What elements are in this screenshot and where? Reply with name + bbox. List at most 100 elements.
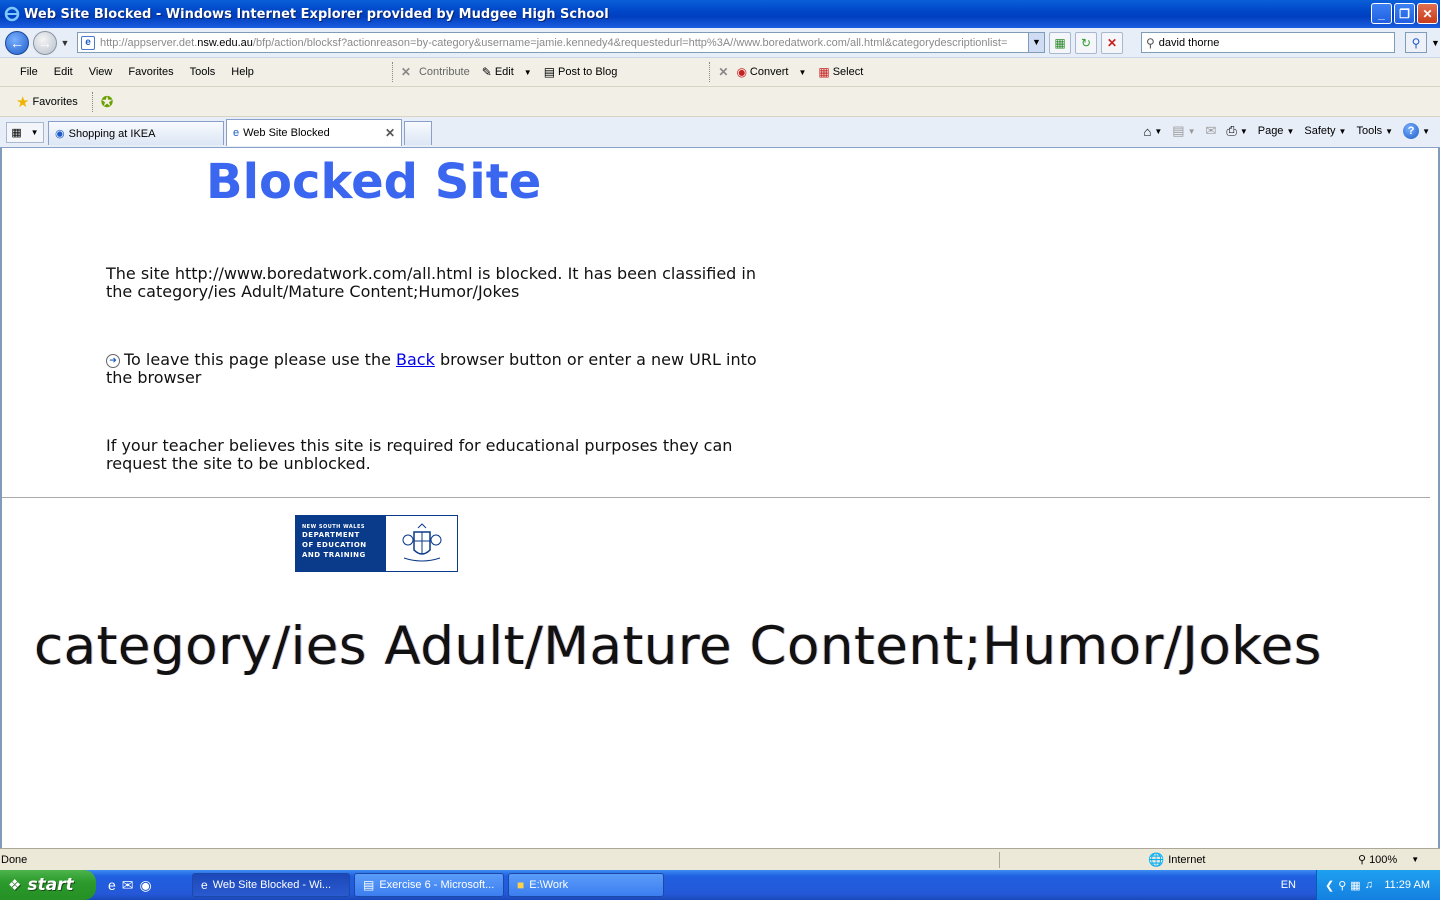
search-box[interactable]: ⚲ xyxy=(1141,32,1395,53)
select-button[interactable]: ▦ Select xyxy=(818,65,863,79)
forward-button[interactable]: → xyxy=(33,30,57,55)
compatibility-icon[interactable]: ▦ xyxy=(1049,31,1071,54)
convert-icon: ◉ xyxy=(736,65,747,79)
minimize-button[interactable]: _ xyxy=(1371,3,1392,24)
tab-web-site-blocked[interactable]: e Web Site Blocked ✕ xyxy=(226,119,402,146)
taskbar-item-ie[interactable]: e Web Site Blocked - Wi... xyxy=(192,873,350,897)
teacher-request-message: If your teacher believes this site is re… xyxy=(106,436,733,473)
menu-tools[interactable]: Tools xyxy=(182,66,224,78)
ie-icon: e xyxy=(201,878,208,892)
recent-pages-dropdown[interactable]: ▼ xyxy=(59,38,71,48)
menu-view[interactable]: View xyxy=(81,66,121,78)
help-menu[interactable]: ? ▼ xyxy=(1403,123,1430,139)
menu-bar: File Edit View Favorites Tools Help ✕ Co… xyxy=(0,58,1440,87)
quick-launch: e ✉ ◉ xyxy=(108,877,188,894)
convert-button[interactable]: ◉ Convert ▼ xyxy=(736,65,806,79)
favorites-star-icon: ★ xyxy=(16,93,30,111)
favorites-button[interactable]: Favorites xyxy=(32,96,77,108)
back-link[interactable]: Back xyxy=(396,350,435,369)
menu-edit[interactable]: Edit xyxy=(46,66,81,78)
status-text: Done xyxy=(1,853,28,866)
menu-help[interactable]: Help xyxy=(223,66,262,78)
window-controls: _ ❐ ✕ xyxy=(1371,3,1438,24)
tray-volume-icon[interactable]: ♫ xyxy=(1365,879,1373,891)
taskbar-item-folder[interactable]: ■ E:\Work xyxy=(508,873,664,897)
search-input[interactable] xyxy=(1158,36,1379,49)
add-favorite-icon[interactable]: ✪ xyxy=(101,93,114,111)
post-to-blog-button[interactable]: ▤ Post to Blog xyxy=(544,65,618,79)
clock[interactable]: 11:29 AM xyxy=(1384,879,1430,891)
contribute-button[interactable]: Contribute xyxy=(419,66,470,78)
toolbar-separator xyxy=(709,62,711,82)
email-quicklaunch-icon[interactable]: ✉ xyxy=(122,877,134,894)
close-toolbar-icon[interactable]: ✕ xyxy=(718,65,728,79)
folder-icon: ■ xyxy=(517,878,525,892)
tab-shopping-ikea[interactable]: ◉ Shopping at IKEA xyxy=(48,121,224,145)
search-go-button[interactable]: ⚲ xyxy=(1405,32,1427,53)
taskbar-item-word[interactable]: ▤ Exercise 6 - Microsoft... xyxy=(354,873,504,897)
tray-network-icon[interactable]: ▦ xyxy=(1350,879,1360,892)
page-title: Blocked Site xyxy=(206,154,542,210)
print-button[interactable]: ⎙ ▼ xyxy=(1226,123,1247,139)
start-button[interactable]: ❖ start xyxy=(0,870,96,900)
title-bar: Web Site Blocked - Windows Internet Expl… xyxy=(0,0,1440,28)
stop-button[interactable]: ✕ xyxy=(1101,31,1123,54)
globe-icon: 🌐 xyxy=(1148,851,1165,867)
media-player-quicklaunch-icon[interactable]: ◉ xyxy=(140,877,152,894)
security-zone[interactable]: 🌐 Internet xyxy=(1148,852,1298,868)
home-icon: ⌂ xyxy=(1143,123,1152,139)
tab-label: Shopping at IKEA xyxy=(68,127,156,140)
status-separator xyxy=(999,851,1000,868)
search-icon: ⚲ xyxy=(1146,35,1155,50)
back-button[interactable]: ← xyxy=(5,30,29,55)
page-menu[interactable]: Page ▼ xyxy=(1258,125,1295,137)
search-options-dropdown[interactable]: ▼ xyxy=(1431,38,1440,48)
page-icon: e xyxy=(81,35,95,50)
edit-icon: ✎ xyxy=(481,65,492,79)
coat-of-arms-icon xyxy=(386,516,457,571)
tab-list-dropdown[interactable]: ▼ xyxy=(31,128,39,137)
mail-button[interactable]: ✉ xyxy=(1206,123,1217,139)
address-bar[interactable]: e http://appserver.det.nsw.edu.au/bfp/ac… xyxy=(77,32,1045,53)
restore-button[interactable]: ❐ xyxy=(1394,3,1415,24)
tab-bar: ▦ ▼ ◉ Shopping at IKEA e Web Site Blocke… xyxy=(0,117,1440,148)
favorites-bar: ★ Favorites ✪ xyxy=(0,87,1440,117)
window-title: Web Site Blocked - Windows Internet Expl… xyxy=(24,6,609,22)
leave-page-message: ➜ To leave this page please use the Back … xyxy=(106,350,757,387)
status-bar: Done 🌐 Internet ⚲ 100% ▼ xyxy=(0,848,1440,870)
mail-icon: ✉ xyxy=(1205,123,1217,138)
close-toolbar-icon[interactable]: ✕ xyxy=(401,65,411,79)
menu-favorites[interactable]: Favorites xyxy=(120,66,181,78)
arrow-bullet-icon: ➜ xyxy=(106,353,120,368)
address-url[interactable]: http://appserver.det.nsw.edu.au/bfp/acti… xyxy=(100,37,1007,49)
refresh-button[interactable]: ↻ xyxy=(1075,31,1097,54)
edit-button[interactable]: ✎ Edit ▼ xyxy=(482,65,532,79)
favorites-separator xyxy=(91,91,93,112)
close-tab-icon[interactable]: ✕ xyxy=(385,126,395,140)
select-icon: ▦ xyxy=(818,65,830,79)
command-bar: ⌂ ▼ ▤ ▼ ✉ ⎙ ▼ Page ▼ Safety ▼ Tools ▼ ? ▼ xyxy=(1134,123,1430,139)
zoom-level[interactable]: ⚲ 100% ▼ xyxy=(1358,853,1419,867)
tab-label: Web Site Blocked xyxy=(243,127,330,139)
menu-file[interactable]: File xyxy=(12,66,46,78)
feeds-button[interactable]: ▤ ▼ xyxy=(1172,123,1195,139)
language-indicator[interactable]: EN xyxy=(1281,879,1296,891)
tab-ie-icon: e xyxy=(233,127,240,139)
ie-logo-icon xyxy=(4,6,20,22)
page-content: Blocked Site The site http://www.boredat… xyxy=(0,148,1440,848)
tab-page-icon: ◉ xyxy=(55,128,65,140)
zoomed-category-text: category/ies Adult/Mature Content;Humor/… xyxy=(34,616,1322,677)
new-tab-button[interactable] xyxy=(404,121,432,145)
tray-expand-icon[interactable]: ❮ xyxy=(1325,879,1334,892)
address-dropdown-button[interactable]: ▼ xyxy=(1028,33,1044,52)
tray-search-icon[interactable]: ⚲ xyxy=(1338,879,1346,892)
taskbar: ❖ start e ✉ ◉ e Web Site Blocked - Wi... … xyxy=(0,870,1440,900)
tools-menu[interactable]: Tools ▼ xyxy=(1356,125,1393,137)
quick-tabs-button[interactable]: ▦ ▼ xyxy=(6,122,44,143)
blog-icon: ▤ xyxy=(543,65,556,79)
safety-menu[interactable]: Safety ▼ xyxy=(1304,125,1346,137)
ie-quicklaunch-icon[interactable]: e xyxy=(108,877,116,893)
close-button[interactable]: ✕ xyxy=(1417,3,1438,24)
address-row: ← → ▼ e http://appserver.det.nsw.edu.au/… xyxy=(0,28,1440,58)
home-button[interactable]: ⌂ ▼ xyxy=(1144,124,1163,139)
